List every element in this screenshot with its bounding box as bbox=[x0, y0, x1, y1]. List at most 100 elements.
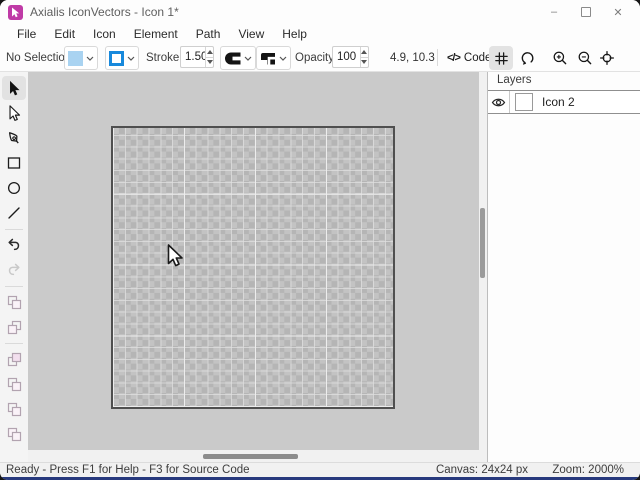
drawing-canvas[interactable] bbox=[111, 126, 395, 409]
zoom-in-icon bbox=[553, 51, 567, 65]
undo-button[interactable] bbox=[2, 233, 26, 257]
stroke-label: Stroke: bbox=[146, 51, 183, 64]
zoom-in-button[interactable] bbox=[548, 46, 572, 70]
toolbar: No Selection Stroke: 1.50 Opacity: 100 4… bbox=[0, 44, 640, 72]
stroke-width-input[interactable] bbox=[181, 47, 206, 67]
undo-icon bbox=[8, 238, 20, 251]
opacity-increment-button[interactable] bbox=[360, 47, 368, 58]
app-logo-icon bbox=[8, 4, 23, 20]
menu-view[interactable]: View bbox=[229, 24, 273, 44]
line-cap-icon bbox=[225, 52, 241, 64]
crosshair-icon bbox=[599, 50, 615, 66]
layer-thumbnail[interactable] bbox=[515, 93, 533, 111]
overlap-squares-icon bbox=[7, 295, 22, 310]
menu-file[interactable]: File bbox=[8, 24, 45, 44]
grid-toggle-button[interactable] bbox=[489, 46, 513, 70]
send-backward-button[interactable] bbox=[2, 315, 26, 339]
menu-element[interactable]: Element bbox=[125, 24, 187, 44]
shape-union-button[interactable] bbox=[2, 347, 26, 371]
vertical-scrollbar-thumb[interactable] bbox=[480, 208, 485, 278]
toolbar-separator bbox=[437, 49, 438, 66]
rectangle-tool[interactable] bbox=[2, 151, 26, 175]
layer-row[interactable]: Icon 2 bbox=[488, 90, 640, 114]
code-view-button[interactable]: </> Code bbox=[447, 44, 491, 71]
opacity-label: Opacity: bbox=[295, 51, 338, 64]
direct-select-tool[interactable] bbox=[2, 101, 26, 125]
intersect-icon bbox=[7, 402, 22, 417]
chevron-down-icon bbox=[244, 56, 252, 61]
horizontal-scrollbar-thumb[interactable] bbox=[203, 454, 298, 459]
shape-subtract-button[interactable] bbox=[2, 372, 26, 396]
pen-nib-icon bbox=[8, 132, 19, 144]
opacity-decrement-button[interactable] bbox=[361, 58, 368, 68]
zoom-out-button[interactable] bbox=[573, 46, 597, 70]
maximize-icon bbox=[581, 7, 591, 17]
rectangle-icon bbox=[7, 157, 21, 169]
layer-visibility-toggle[interactable] bbox=[488, 91, 510, 113]
zoom-out-icon bbox=[578, 51, 592, 65]
redo-icon bbox=[8, 263, 20, 276]
code-icon: </> bbox=[447, 51, 461, 64]
layer-name: Icon 2 bbox=[542, 95, 575, 109]
menu-edit[interactable]: Edit bbox=[45, 24, 84, 44]
palette-separator bbox=[5, 229, 23, 230]
vertical-scrollbar[interactable] bbox=[479, 72, 487, 450]
shape-exclude-button[interactable] bbox=[2, 422, 26, 446]
stroke-increment-button[interactable] bbox=[206, 47, 213, 58]
select-tool[interactable] bbox=[2, 76, 26, 100]
titlebar: Axialis IconVectors - Icon 1* – ✕ bbox=[0, 0, 640, 24]
exclude-icon bbox=[7, 427, 22, 442]
stroke-width-stepper bbox=[180, 46, 214, 68]
cursor-coordinates: 4.9, 10.3 bbox=[390, 51, 435, 64]
ellipse-tool[interactable] bbox=[2, 176, 26, 200]
fill-color-picker[interactable] bbox=[64, 46, 98, 70]
stroke-color-swatch bbox=[109, 50, 124, 66]
opacity-input[interactable] bbox=[333, 47, 360, 67]
maximize-button[interactable] bbox=[570, 0, 602, 24]
workarea bbox=[28, 72, 487, 462]
stroke-color-picker[interactable] bbox=[105, 46, 139, 70]
redo-button[interactable] bbox=[2, 258, 26, 282]
stroke-decrement-button[interactable] bbox=[206, 58, 213, 68]
arrow-up-icon bbox=[361, 49, 368, 54]
grid-icon bbox=[494, 51, 508, 65]
line-tool[interactable] bbox=[2, 201, 26, 225]
select-arrow-icon bbox=[9, 80, 20, 95]
menu-path[interactable]: Path bbox=[187, 24, 230, 44]
union-icon bbox=[7, 352, 22, 367]
overlap-squares-icon bbox=[7, 320, 22, 335]
rotate-view-button[interactable] bbox=[516, 46, 540, 70]
rotate-icon bbox=[521, 52, 534, 65]
palette-separator bbox=[5, 286, 23, 287]
code-button-label: Code bbox=[463, 51, 492, 64]
mouse-cursor-icon bbox=[167, 244, 183, 267]
bring-forward-button[interactable] bbox=[2, 290, 26, 314]
shape-intersect-button[interactable] bbox=[2, 397, 26, 421]
chevron-down-icon bbox=[86, 56, 94, 61]
minimize-icon: – bbox=[550, 6, 558, 18]
horizontal-scrollbar[interactable] bbox=[28, 450, 487, 462]
menu-icon[interactable]: Icon bbox=[84, 24, 125, 44]
pen-tool[interactable] bbox=[2, 126, 26, 150]
close-button[interactable]: ✕ bbox=[602, 0, 634, 24]
line-join-dropdown[interactable] bbox=[256, 46, 291, 70]
chevron-down-icon bbox=[127, 56, 135, 61]
arrow-up-icon bbox=[206, 49, 213, 54]
selection-status: No Selection bbox=[6, 51, 72, 64]
zoom-fit-button[interactable] bbox=[595, 46, 619, 70]
tool-palette bbox=[0, 72, 28, 462]
chevron-down-icon bbox=[279, 56, 287, 61]
eye-icon bbox=[491, 98, 506, 106]
palette-separator bbox=[5, 343, 23, 344]
menu-help[interactable]: Help bbox=[273, 24, 316, 44]
status-message: Ready - Press F1 for Help - F3 for Sourc… bbox=[6, 464, 250, 476]
main-area: Layers Icon 2 bbox=[0, 72, 640, 462]
close-icon: ✕ bbox=[613, 6, 623, 19]
arrow-down-icon bbox=[361, 60, 368, 65]
minimize-button[interactable]: – bbox=[538, 0, 570, 24]
window-title: Axialis IconVectors - Icon 1* bbox=[30, 5, 179, 19]
line-cap-dropdown[interactable] bbox=[220, 46, 256, 70]
fill-color-swatch bbox=[68, 50, 83, 66]
arrow-down-icon bbox=[206, 60, 213, 65]
app-window: Axialis IconVectors - Icon 1* – ✕ File E… bbox=[0, 0, 640, 480]
